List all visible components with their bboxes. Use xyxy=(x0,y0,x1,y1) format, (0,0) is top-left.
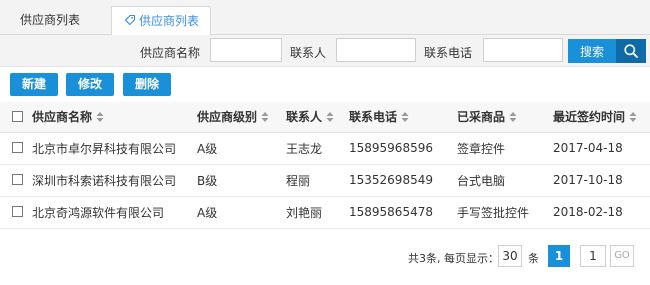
sort-icon[interactable] xyxy=(326,111,334,123)
sort-icon[interactable] xyxy=(509,111,517,123)
sort-icon[interactable] xyxy=(96,111,104,123)
tab-bar: 供应商列表 供应商列表 xyxy=(0,0,650,36)
phone-label: 联系电话 xyxy=(424,46,473,60)
cell-last-signed: 2017-10-18 xyxy=(553,164,650,197)
cell-contact: 程丽 xyxy=(286,164,349,197)
contact-input[interactable] xyxy=(336,38,416,62)
tag-icon xyxy=(124,14,136,26)
tab-label: 供应商列表 xyxy=(139,14,200,28)
search-button[interactable]: 搜索 xyxy=(568,39,616,63)
cell-contact: 王志龙 xyxy=(286,132,349,165)
cell-supplier-name: 深圳市科索诺科技有限公司 xyxy=(32,164,197,197)
cell-phone: 15352698549 xyxy=(349,164,457,197)
row-checkbox[interactable] xyxy=(12,142,23,153)
current-page-button[interactable]: 1 xyxy=(548,245,570,267)
col-header-supplier-level[interactable]: 供应商级别 xyxy=(197,102,286,133)
supplier-name-label: 供应商名称 xyxy=(140,46,201,60)
edit-button[interactable]: 修改 xyxy=(66,73,114,96)
col-header-last-signed[interactable]: 最近签约时间 xyxy=(553,102,650,133)
search-icon-button[interactable] xyxy=(616,39,646,63)
col-header-goods[interactable]: 已采商品 xyxy=(457,102,553,133)
supplier-name-input[interactable] xyxy=(210,38,282,62)
goto-page-input[interactable]: 1 xyxy=(580,245,606,267)
cell-last-signed: 2017-04-18 xyxy=(553,132,650,165)
row-checkbox[interactable] xyxy=(12,174,23,185)
cell-supplier-level: A级 xyxy=(197,196,286,229)
select-all-cell xyxy=(0,102,32,133)
new-button[interactable]: 新建 xyxy=(10,73,58,96)
table-row[interactable]: 北京奇鸿源软件有限公司 A级 刘艳丽 15895865478 手写签批控件 20… xyxy=(0,196,650,229)
contact-label: 联系人 xyxy=(290,46,327,60)
tab-supplier-list[interactable]: 供应商列表 xyxy=(20,6,110,35)
cell-phone: 15895865478 xyxy=(349,196,457,229)
row-select-cell xyxy=(0,164,32,197)
row-select-cell xyxy=(0,132,32,165)
sort-icon[interactable] xyxy=(629,111,637,123)
sort-icon[interactable] xyxy=(261,111,269,123)
col-header-supplier-name[interactable]: 供应商名称 xyxy=(32,102,197,133)
page-size-unit: 条 xyxy=(528,252,539,265)
cell-goods: 手写签批控件 xyxy=(457,196,553,229)
table-row[interactable]: 深圳市科索诺科技有限公司 B级 程丽 15352698549 台式电脑 2017… xyxy=(0,164,650,197)
table-row[interactable]: 北京市卓尔昇科技有限公司 A级 王志龙 15895968596 签章控件 201… xyxy=(0,132,650,165)
cell-last-signed: 2018-02-18 xyxy=(553,196,650,229)
pagination-summary: 共3条, 每页显示： xyxy=(408,252,499,265)
select-all-checkbox[interactable] xyxy=(12,110,23,122)
cell-supplier-level: A级 xyxy=(197,132,286,165)
page-size-field[interactable]: 30 xyxy=(498,245,522,267)
supplier-table: 供应商名称 供应商级别 联系人 联系电话 已采商品 最近签约时间 北京市卓尔昇科… xyxy=(0,102,650,229)
cell-supplier-level: B级 xyxy=(197,164,286,197)
row-checkbox[interactable] xyxy=(12,206,23,217)
cell-phone: 15895968596 xyxy=(349,132,457,165)
search-bar: 供应商名称 联系人 联系电话 搜索 xyxy=(0,35,650,67)
go-button[interactable]: GO xyxy=(610,245,634,267)
sort-icon[interactable] xyxy=(401,111,409,123)
tab-supplier-list-active[interactable]: 供应商列表 xyxy=(111,6,211,36)
cell-supplier-name: 北京奇鸿源软件有限公司 xyxy=(32,196,197,229)
phone-input[interactable] xyxy=(483,38,563,62)
row-select-cell xyxy=(0,196,32,229)
table-header-row: 供应商名称 供应商级别 联系人 联系电话 已采商品 最近签约时间 xyxy=(0,102,650,133)
col-header-phone[interactable]: 联系电话 xyxy=(349,102,457,133)
cell-goods: 签章控件 xyxy=(457,132,553,165)
delete-button[interactable]: 删除 xyxy=(123,73,171,96)
search-icon xyxy=(624,44,638,58)
col-header-contact[interactable]: 联系人 xyxy=(286,102,349,133)
cell-contact: 刘艳丽 xyxy=(286,196,349,229)
cell-supplier-name: 北京市卓尔昇科技有限公司 xyxy=(32,132,197,165)
cell-goods: 台式电脑 xyxy=(457,164,553,197)
